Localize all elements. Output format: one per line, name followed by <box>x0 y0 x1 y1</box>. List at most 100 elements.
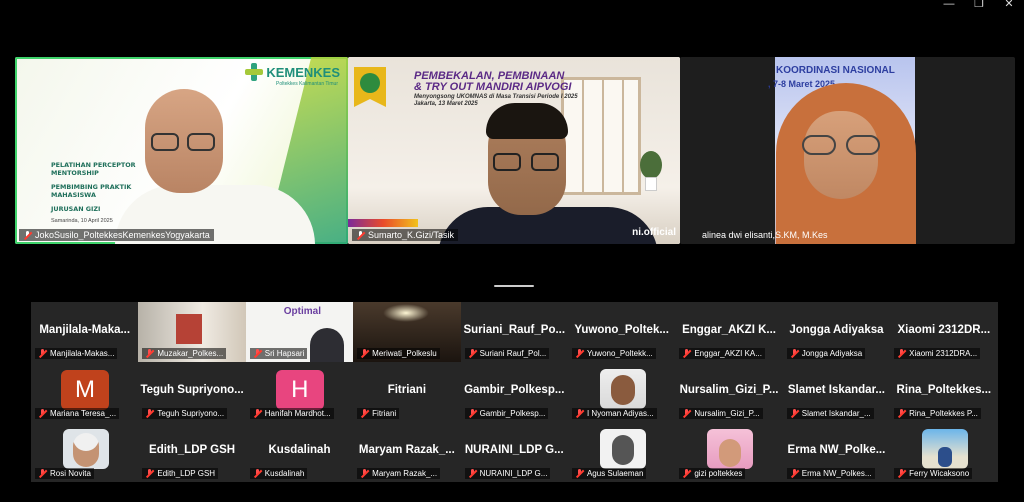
participant-display-name: Edith_LDP GSH <box>149 444 236 456</box>
participant-nameplate: Erma NW_Polkes... <box>786 468 875 479</box>
participant-nameplate: Kusdalinah <box>249 468 308 479</box>
participant-name: Teguh Supriyono... <box>157 409 225 418</box>
participant-gallery: Manjilala-Maka... Manjilala-Makas... Muzak… <box>31 302 998 482</box>
participant-tile[interactable]: I Nyoman Adiyas... <box>567 362 676 422</box>
minimize-button[interactable]: — <box>934 0 964 14</box>
participant-tile[interactable]: H Hanifah Mardhot... <box>245 362 354 422</box>
participant-name: Yuwono_Poltekk... <box>586 349 653 358</box>
logo-subtitle: Poltekkes Kalimantan Timur <box>276 81 338 87</box>
participant-display-name: Suriani_Rauf_Po... <box>463 324 566 336</box>
video-tile-alinea[interactable]: KOORDINASI NASIONAL , 7-8 Maret 2025 ali… <box>680 57 1015 244</box>
participant-display-name: Jongga Adiyaksa <box>789 324 884 336</box>
avatar <box>599 429 646 469</box>
participant-tile[interactable]: gizi poltekkes <box>675 422 783 482</box>
kemenkes-logo-icon <box>245 63 264 81</box>
participant-tile[interactable]: Optimal Sri Hapsari <box>245 302 354 362</box>
participant-nameplate: Maryam Razak_... <box>357 468 441 479</box>
participant-name: Sumarto_K.Gizi/Tasik <box>368 230 455 240</box>
participant-name: Nursalim_Gizi_P... <box>694 409 760 418</box>
participant-tile[interactable]: Slamet Iskandar... Slamet Iskandar_... <box>782 362 891 422</box>
avatar <box>707 429 754 469</box>
participant-name: Enggar_AKZI KA... <box>694 349 762 358</box>
participant-tile[interactable]: Kusdalinah Kusdalinah <box>245 422 354 482</box>
participant-display-name: Fitriani <box>387 384 427 396</box>
participant-tile[interactable]: Muzakar_Polkes... <box>138 302 246 362</box>
participant-name: Manjilala-Makas... <box>50 349 115 358</box>
participant-display-name: Xiaomi 2312DR... <box>897 324 991 336</box>
participant-display-name: Maryam Razak_... <box>358 444 455 456</box>
video-tile-sumarto[interactable]: PEMBEKALAN, PEMBINAAN & TRY OUT MANDIRI … <box>348 57 680 244</box>
participant-tile[interactable]: Enggar_AKZI K... Enggar_AKZI KA... <box>675 302 783 362</box>
participant-tile[interactable]: Fitriani Fitriani <box>353 362 461 422</box>
participant-name: Xiaomi 2312DRA... <box>909 349 978 358</box>
participant-nameplate: Ferry Wicaksono <box>894 468 973 479</box>
participant-nameplate: Edith_LDP GSH <box>142 468 219 479</box>
participant-tile[interactable]: Suriani_Rauf_Po... Suriani Rauf_Pol... <box>460 302 568 362</box>
mic-off-icon <box>897 469 906 478</box>
panel-resize-handle[interactable] <box>494 285 534 287</box>
participant-nameplate: Mariana Teresa_... <box>35 408 120 419</box>
mic-off-icon <box>790 409 799 418</box>
participant-nameplate: I Nyoman Adiyas... <box>571 408 657 419</box>
participant-tile[interactable]: Jongga Adiyaksa Jongga Adiyaksa <box>782 302 891 362</box>
mic-off-icon <box>468 349 477 358</box>
participant-tile[interactable]: Nursalim_Gizi_P... Nursalim_Gizi_P... <box>675 362 783 422</box>
participant-display-name: Yuwono_Poltek... <box>574 324 669 336</box>
participant-name: Suriani Rauf_Pol... <box>479 349 547 358</box>
participant-name: I Nyoman Adiyas... <box>586 409 654 418</box>
participant-tile[interactable]: Gambir_Polkesp... Gambir_Polkesp... <box>460 362 568 422</box>
participant-name: JokoSusilo_PoltekkesKemenkesYogyakarta <box>35 230 210 240</box>
participant-tile[interactable]: Manjilala-Maka... Manjilala-Makas... <box>31 302 139 362</box>
participant-tile[interactable]: Xiaomi 2312DR... Xiaomi 2312DRA... <box>890 302 998 362</box>
close-button[interactable]: ✕ <box>994 0 1024 14</box>
participant-tile[interactable]: NURAINI_LDP G... NURAINI_LDP G... <box>460 422 568 482</box>
participant-display-name: Enggar_AKZI K... <box>682 324 776 336</box>
participant-tile[interactable]: Ferry Wicaksono <box>890 422 998 482</box>
participant-name: Rosi Novita <box>50 469 91 478</box>
participant-tile[interactable]: Meriwati_Polkeslu <box>353 302 461 362</box>
mic-off-icon <box>253 409 262 418</box>
participant-display-name: Rina_Poltekkes... <box>896 384 992 396</box>
participant-display-name: NURAINI_LDP G... <box>464 444 564 456</box>
mic-off-icon <box>356 230 365 240</box>
participant-tile[interactable]: Rina_Poltekkes... Rina_Poltekkes P... <box>890 362 998 422</box>
banner-title: PEMBEKALAN, PEMBINAAN & TRY OUT MANDIRI … <box>414 71 571 93</box>
participant-name: Hanifah Mardhot... <box>264 409 331 418</box>
participant-name: Sri Hapsari <box>264 349 305 358</box>
participant-nameplate: Fitriani <box>357 408 400 419</box>
participant-nameplate: alinea dwi elisanti,S.KM, M.Kes <box>698 229 832 241</box>
participant-tile[interactable]: Yuwono_Poltek... Yuwono_Poltekk... <box>567 302 676 362</box>
speaker-row: KEMENKES Poltekkes Kalimantan Timur PELA… <box>15 57 1015 244</box>
participant-nameplate: gizi poltekkes <box>679 468 746 479</box>
participant-nameplate: Suriani Rauf_Pol... <box>464 348 550 359</box>
participant-nameplate: Enggar_AKZI KA... <box>679 348 765 359</box>
maximize-button[interactable]: ❐ <box>964 0 994 14</box>
participant-video-person <box>115 89 315 244</box>
mic-off-icon <box>38 409 47 418</box>
avatar <box>63 429 109 469</box>
mic-off-icon <box>682 409 691 418</box>
participant-tile[interactable]: Edith_LDP GSH Edith_LDP GSH <box>138 422 246 482</box>
avatar: H <box>275 370 324 410</box>
video-tile-joko[interactable]: KEMENKES Poltekkes Kalimantan Timur PELA… <box>15 57 348 244</box>
participant-nameplate: Muzakar_Polkes... <box>142 348 227 359</box>
participant-video-person <box>438 103 658 244</box>
participant-name: Agus Sulaeman <box>586 469 644 478</box>
participant-tile[interactable]: Maryam Razak_... Maryam Razak_... <box>353 422 461 482</box>
participant-nameplate: Teguh Supriyono... <box>142 408 228 419</box>
participant-tile[interactable]: M Mariana Teresa_... <box>31 362 139 422</box>
participant-tile[interactable]: Rosi Novita <box>31 422 139 482</box>
participant-nameplate: Hanifah Mardhot... <box>249 408 334 419</box>
mic-off-icon <box>682 349 691 358</box>
mic-off-icon <box>682 469 691 478</box>
mic-off-icon <box>360 349 369 358</box>
participant-nameplate: JokoSusilo_PoltekkesKemenkesYogyakarta <box>19 229 214 241</box>
participant-tile[interactable]: Agus Sulaeman <box>567 422 676 482</box>
participant-nameplate: Rina_Poltekkes P... <box>894 408 981 419</box>
participant-display-name: Slamet Iskandar... <box>787 384 886 396</box>
mic-off-icon <box>145 349 154 358</box>
participant-tile[interactable]: Erma NW_Polke... Erma NW_Polkes... <box>782 422 891 482</box>
mic-off-icon <box>468 409 477 418</box>
mic-off-icon <box>468 469 477 478</box>
participant-tile[interactable]: Teguh Supriyono... Teguh Supriyono... <box>138 362 246 422</box>
